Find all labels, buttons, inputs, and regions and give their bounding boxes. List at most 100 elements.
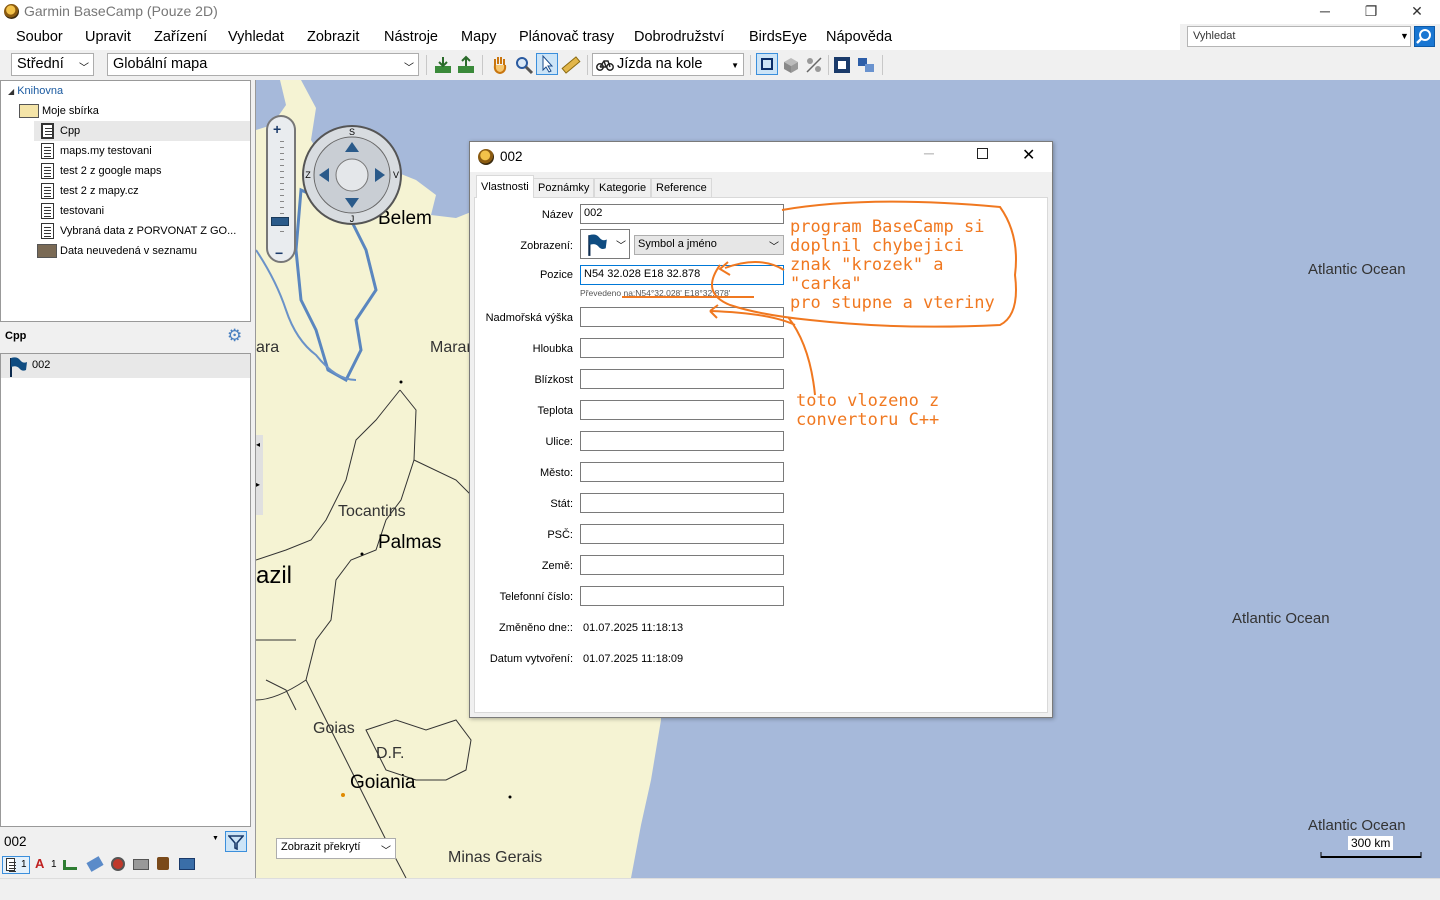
document-icon [6,858,16,871]
minimize-button[interactable]: ─ [1302,0,1348,24]
waypoints-filter-button[interactable]: 1 [2,856,30,874]
basecamp-logo-icon [4,4,19,19]
zip-field[interactable] [580,524,784,544]
list-item-mapy-cz[interactable]: test 2 z mapy.cz [34,181,139,201]
chevron-down-icon: ﹀ [79,63,89,74]
map-select[interactable]: Globální mapa ﹀ [107,53,419,76]
lock-icon[interactable] [157,857,169,870]
city-field[interactable] [580,462,784,482]
measure-ruler-icon[interactable] [561,55,581,75]
fit-view-icon[interactable] [832,55,852,75]
list-item-google[interactable]: test 2 z google maps [34,161,162,181]
list-item-cpp[interactable]: Cpp [34,121,250,141]
menu-zarizeni[interactable]: Zařízení [154,29,207,45]
activity-select[interactable]: Jízda na kole ▼ [592,53,744,76]
phone-field[interactable] [580,586,784,606]
map-label-brazil: azil [256,562,293,589]
list-item-label: test 2 z mapy.cz [60,185,139,197]
detail-select[interactable]: Střední ﹀ [11,53,94,76]
route-icon[interactable] [63,860,77,870]
street-label: Ulice: [545,436,573,448]
search-input[interactable]: Vyhledat [1187,26,1411,47]
map-select-value: Globální mapa [113,56,208,72]
pan-compass-control[interactable]: S J Z V [301,124,403,226]
panel-collapse-arrow-icon[interactable]: ◂ ▸ [256,435,263,515]
pointer-arrow-icon [542,54,554,73]
close-button[interactable]: ✕ [1394,0,1440,24]
menu-planovac-trasy[interactable]: Plánovač trasy [519,29,614,45]
list-item-label: testovani [60,205,105,217]
photo-icon[interactable] [179,858,195,870]
library-root[interactable]: ◢ Knihovna [8,81,63,101]
maximize-button[interactable]: ❐ [1348,0,1394,24]
phone-label: Telefonní číslo: [499,591,573,603]
2d-view-button[interactable] [756,53,778,75]
menu-dobrodruzstvi[interactable]: Dobrodružství [634,29,724,45]
collection-folder[interactable]: Moje sbírka [17,101,99,121]
list-item-label: Cpp [60,125,81,137]
filter-input[interactable]: 002 [4,832,222,852]
bicycle-icon [596,60,614,71]
filter-button[interactable] [225,831,247,852]
detail-select-value: Střední [17,56,64,72]
device-icon[interactable] [133,859,149,870]
list-item[interactable]: 002 [1,354,250,378]
menu-soubor[interactable]: Soubor [16,29,63,45]
zip-label: PSČ: [547,529,573,541]
dropdown-arrow-icon[interactable]: ▼ [212,835,219,842]
menu-napoveda[interactable]: Nápověda [826,29,892,45]
list-item-maps-my[interactable]: maps.my testovani [34,141,152,161]
list-item-label: maps.my testovani [60,145,152,157]
receive-from-device-icon[interactable] [456,55,476,75]
map-label-tocantins: Tocantins [338,503,406,520]
text-a-icon[interactable]: A [35,856,44,871]
state-field[interactable] [580,493,784,513]
menu-vyhledat[interactable]: Vyhledat [228,29,284,45]
overlay-select[interactable]: Zobrazit překrytí ﹀ [276,838,396,859]
basecamp-logo-icon [478,149,494,165]
zoom-handle[interactable] [271,217,289,226]
menu-mapy[interactable]: Mapy [461,29,496,45]
dialog-maximize-button[interactable] [977,148,988,159]
zoom-slider[interactable]: + − [266,115,296,263]
3d-view-icon[interactable] [781,55,801,75]
list-item-unlisted[interactable]: Data neuvedená v seznamu [34,241,197,261]
pan-hand-icon[interactable] [490,55,510,75]
dialog-minimize-button[interactable]: ─ [924,145,934,161]
menu-nastroje[interactable]: Nástroje [384,29,438,45]
adventure-icon[interactable] [111,857,125,871]
country-field[interactable] [580,555,784,575]
map-label-palmas: Palmas [378,532,442,553]
list-item-vybrana-data[interactable]: Vybraná data z PORVONAT Z GO... [34,221,236,241]
dialog-close-button[interactable]: ✕ [1022,145,1035,165]
menu-zobrazit[interactable]: Zobrazit [307,29,359,45]
waypoint-list: 002 [0,353,251,827]
select-tool-button[interactable] [536,53,558,75]
country-label: Země: [541,560,573,572]
search-button[interactable] [1414,26,1435,47]
list-item-label: Vybraná data z PORVONAT Z GO... [60,225,237,237]
toolbar-divider [828,55,829,75]
track-icon[interactable] [86,856,104,872]
map-label-ocean: Atlantic Ocean [1308,261,1406,278]
send-to-device-icon[interactable] [433,55,453,75]
shading-icon[interactable] [804,55,824,75]
toolbar-divider [482,55,483,75]
list-title: Cpp [5,330,27,342]
zoom-out-icon[interactable]: − [275,245,283,261]
tab-vlastnosti[interactable]: Vlastnosti [476,175,534,198]
search-dropdown-arrow-icon[interactable]: ▼ [1399,27,1410,46]
menu-birdseye[interactable]: BirdsEye [749,29,807,45]
zoom-in-icon[interactable]: + [273,121,281,137]
gear-icon[interactable]: ⚙ [227,326,242,346]
zoom-icon[interactable] [514,55,534,75]
scale-label: 300 km [1348,836,1394,850]
sync-icon[interactable] [856,55,876,75]
name-label: Název [541,209,573,221]
menu-upravit[interactable]: Upravit [85,29,131,45]
map-label-para: ara [256,339,280,356]
overlay-select-value: Zobrazit překrytí [281,841,361,853]
title-bar: Garmin BaseCamp (Pouze 2D) ─ ❐ ✕ [0,0,1440,24]
collection-label: Moje sbírka [42,105,99,117]
list-item-testovani[interactable]: testovani [34,201,104,221]
